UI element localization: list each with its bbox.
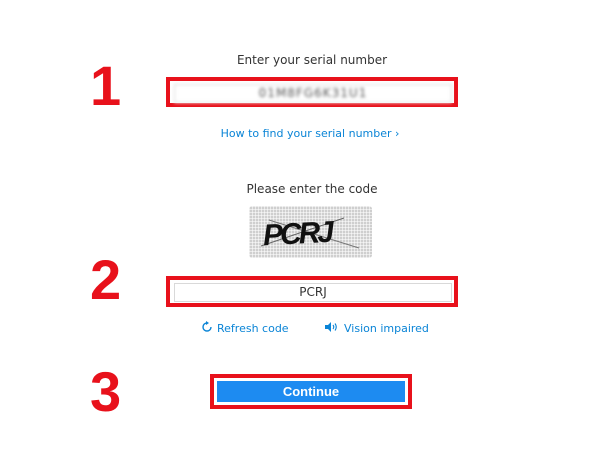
captcha-text: PCRJ	[262, 216, 336, 253]
code-highlight-box: PCRJ	[166, 276, 458, 307]
find-serial-link[interactable]: How to find your serial number ›	[0, 127, 600, 140]
serial-number-label: Enter your serial number	[236, 53, 388, 67]
captcha-image: PCRJ	[249, 206, 372, 258]
captcha-code-input[interactable]: PCRJ	[174, 283, 452, 302]
serial-highlight-box: 01M8FG6K31U1	[166, 77, 458, 107]
refresh-code-link[interactable]: Refresh code	[201, 321, 289, 336]
serial-number-input[interactable]: 01M8FG6K31U1	[174, 84, 452, 103]
continue-highlight-box: Continue	[210, 374, 412, 409]
vision-impaired-link[interactable]: Vision impaired	[324, 321, 429, 336]
step-number-3: 3	[90, 360, 122, 423]
refresh-icon	[201, 321, 213, 336]
refresh-code-label: Refresh code	[217, 322, 289, 335]
speaker-icon	[324, 321, 340, 336]
vision-impaired-label: Vision impaired	[344, 322, 429, 335]
captcha-label: Please enter the code	[246, 182, 378, 196]
step-number-2: 2	[90, 248, 122, 311]
continue-button[interactable]: Continue	[217, 381, 405, 402]
